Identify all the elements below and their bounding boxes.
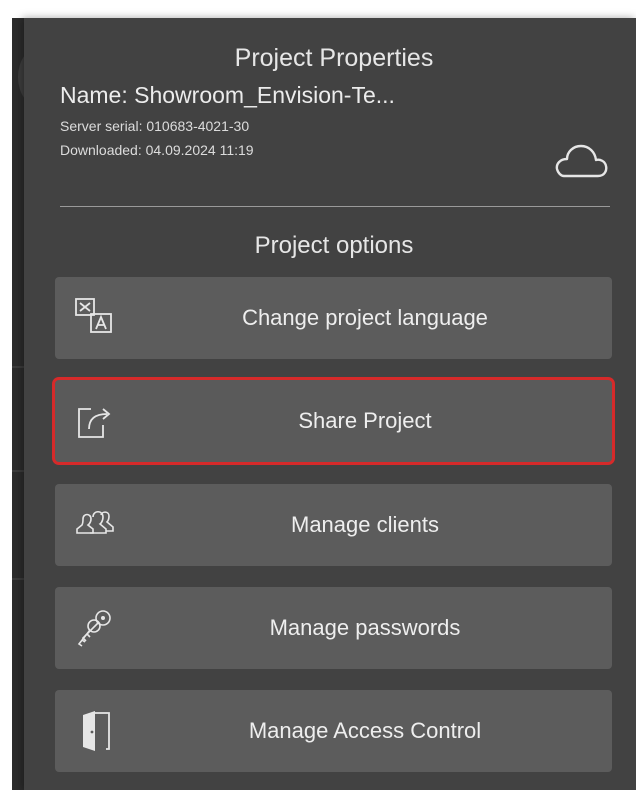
downloaded-date: Downloaded: 04.09.2024 11:19 [60, 142, 254, 158]
change-project-language-button[interactable]: Change project language [55, 277, 612, 359]
cloud-icon [555, 144, 608, 178]
users-icon [76, 510, 114, 534]
manage-clients-button[interactable]: Manage clients [55, 484, 612, 566]
project-name: Name: Showroom_Envision-Te... [60, 82, 395, 108]
manage-clients-label: Manage clients [291, 512, 439, 537]
panel-title: Project Properties [234, 44, 434, 72]
change-project-language-label: Change project language [242, 305, 488, 330]
project-properties-panel: Project Properties Name: Showroom_Envisi… [24, 18, 636, 790]
share-project-label: Share Project [298, 408, 432, 433]
manage-passwords-button[interactable]: Manage passwords [55, 587, 612, 669]
manage-access-control-button[interactable]: Manage Access Control [55, 690, 612, 772]
header-divider [60, 206, 610, 207]
manage-access-control-label: Manage Access Control [248, 718, 482, 743]
project-options-title: Project options [254, 232, 414, 259]
server-serial: Server serial: 010683-4021-30 [60, 118, 250, 134]
manage-passwords-label: Manage passwords [269, 615, 461, 640]
door-icon [83, 711, 110, 751]
keys-icon [77, 610, 111, 647]
share-project-button[interactable]: Share Project [55, 380, 612, 462]
translate-icon [75, 298, 112, 333]
share-icon [78, 408, 111, 438]
